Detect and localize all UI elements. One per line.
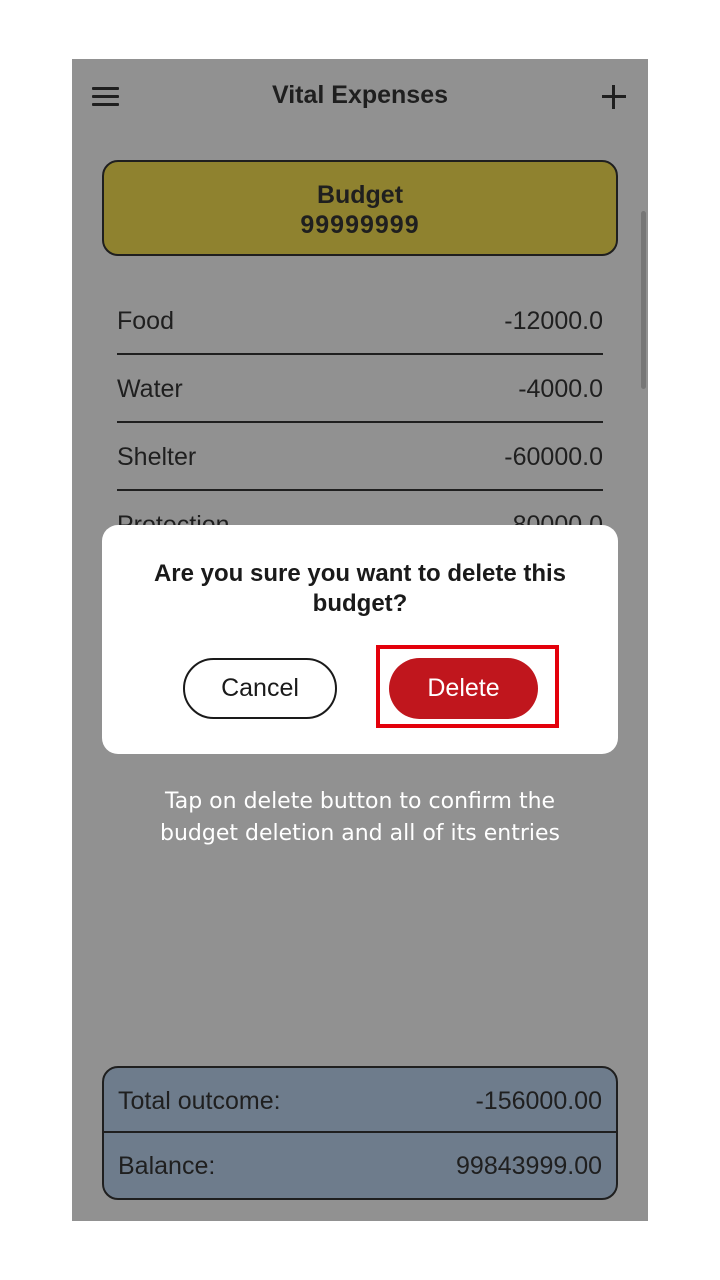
tutorial-hint: Tap on delete button to confirm the budg…: [72, 786, 648, 850]
cancel-button[interactable]: Cancel: [183, 658, 337, 719]
delete-button-highlight: [376, 645, 559, 728]
dialog-message: Are you sure you want to delete this bud…: [153, 560, 567, 617]
hint-line-2: budget deletion and all of its entries: [159, 821, 560, 846]
app-screen: Vital Expenses Budget 99999999 Food -120…: [72, 59, 648, 1221]
hint-line-1: Tap on delete button to confirm the: [164, 789, 556, 814]
